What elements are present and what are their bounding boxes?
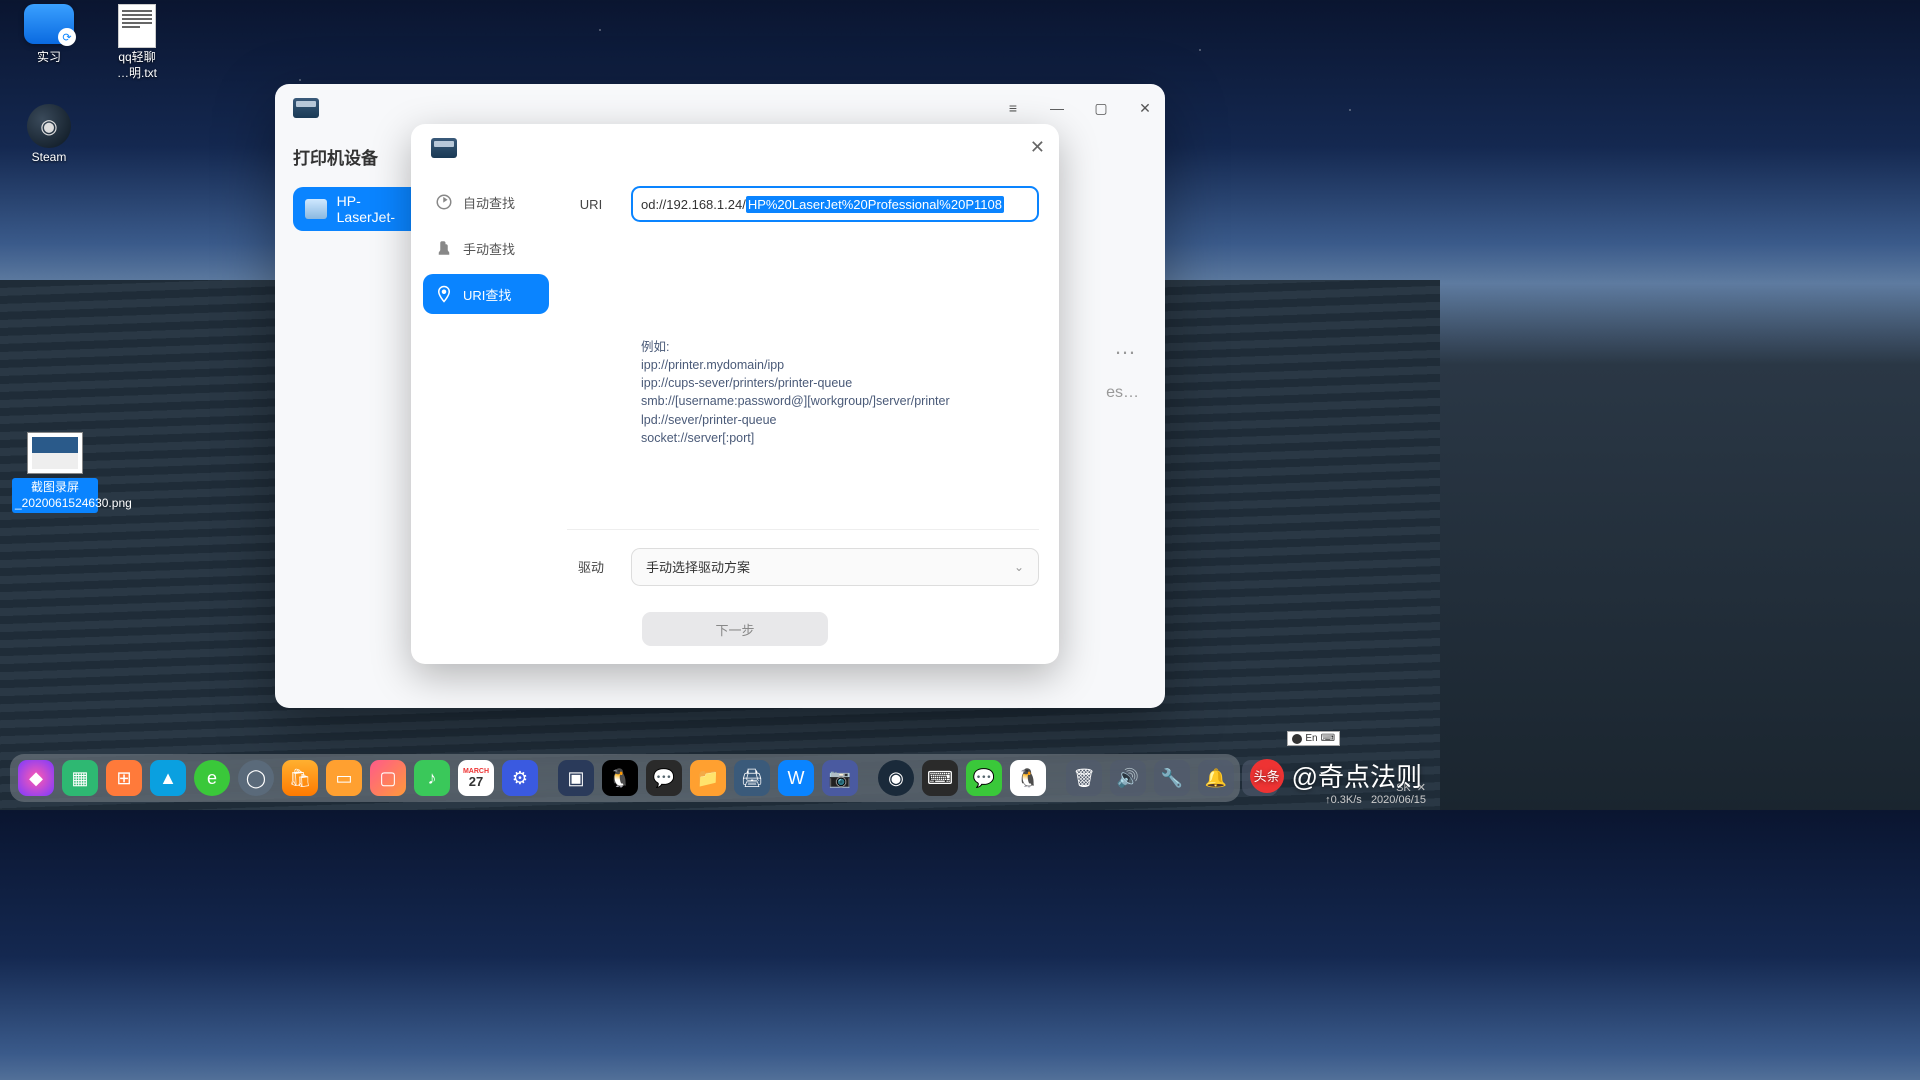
dialog-titlebar: ✕ [411, 124, 1059, 172]
screenshot-thumb-icon [27, 432, 83, 474]
dock-settings[interactable]: ⚙ [502, 760, 538, 796]
uri-examples: 例如: ipp://printer.mydomain/ipp ipp://cup… [641, 338, 1039, 447]
keyboard-icon: ⌨ [1321, 733, 1335, 744]
watermark-text: @奇点法则 [1292, 757, 1422, 794]
desktop-icons: ⟳ 实习 qq轻聊 …明.txt [14, 4, 172, 99]
dialog-close-button[interactable]: ✕ [1030, 137, 1045, 158]
dock-wechat[interactable]: 💬 [646, 760, 682, 796]
printer-icon [293, 98, 319, 118]
dock-shopping[interactable]: 🛍 [282, 760, 318, 796]
sidebar-item-label: 自动查找 [463, 193, 515, 212]
overflow-text: es… [1106, 384, 1139, 402]
dock-music[interactable]: ♪ [414, 760, 450, 796]
dock-printer[interactable]: 🖨 [734, 760, 770, 796]
maximize-button[interactable]: ▢ [1093, 100, 1109, 117]
dock-browser[interactable]: e [194, 760, 230, 796]
printer-item-icon [305, 199, 327, 219]
dock-wps[interactable]: W [778, 760, 814, 796]
dock-launcher[interactable]: ◆ [18, 760, 54, 796]
printer-item-label: HP-LaserJet- [337, 193, 411, 225]
dock-multitask[interactable]: ▦ [62, 760, 98, 796]
dock-steam[interactable]: ◉ [878, 760, 914, 796]
manual-search-icon [435, 239, 453, 257]
dock-files[interactable]: 📁 [690, 760, 726, 796]
dock-qq[interactable]: 🐧 [602, 760, 638, 796]
dock-chromium[interactable]: ◯ [238, 760, 274, 796]
sidebar-item-auto-search[interactable]: 自动查找 [423, 182, 549, 222]
dock-workspaces[interactable]: ⊞ [106, 760, 142, 796]
dock-security[interactable]: 🐧 [1010, 760, 1046, 796]
dock-app[interactable]: ▭ [326, 760, 362, 796]
dock-onscreen-keyboard[interactable]: ⌨ [922, 760, 958, 796]
desktop-icon-textfile[interactable]: qq轻聊 …明.txt [102, 4, 172, 81]
desktop-icon-screenshot[interactable]: 截图录屏_2020061524630.png [12, 432, 98, 513]
dialog-content: URI od://192.168.1.24/HP%20LaserJet%20Pr… [551, 178, 1049, 588]
uri-search-icon [435, 285, 453, 303]
dialog-sidebar: 自动查找 手动查找 URI查找 [421, 178, 551, 588]
dock-photos[interactable]: ▢ [370, 760, 406, 796]
sidebar-item-label: 手动查找 [463, 239, 515, 258]
ime-indicator[interactable]: En ⌨ [1287, 731, 1340, 746]
add-printer-dialog: ✕ 自动查找 手动查找 URI查找 URI od://192.168.1.24/… [411, 124, 1059, 664]
dock-calendar[interactable]: MARCH27 [458, 760, 494, 796]
auto-search-icon [435, 193, 453, 211]
tray-tools[interactable]: 🔧 [1154, 760, 1190, 796]
dock: ◆ ▦ ⊞ ▲ e ◯ 🛍 ▭ ▢ ♪ MARCH27 ⚙ ▣ 🐧 💬 📁 🖨 … [10, 754, 1240, 802]
uri-prefix-text: od://192.168.1.24/ [641, 197, 746, 212]
next-button[interactable]: 下一步 [642, 612, 828, 646]
dock-app-store[interactable]: ▲ [150, 760, 186, 796]
driver-select[interactable]: 手动选择驱动方案 ⌄ [631, 548, 1039, 586]
dock-wechat2[interactable]: 💬 [966, 760, 1002, 796]
desktop-icon-steam[interactable]: ◉ Steam [14, 104, 84, 166]
driver-select-value: 手动选择驱动方案 [646, 557, 750, 576]
tray-notifications[interactable]: 🔔 [1198, 760, 1234, 796]
watermark-badge: 头条 [1250, 759, 1284, 793]
printer-icon [431, 138, 457, 158]
sidebar-item-manual-search[interactable]: 手动查找 [423, 228, 549, 268]
tray-trash[interactable]: 🗑 [1066, 760, 1102, 796]
dock-system[interactable]: ▣ [558, 760, 594, 796]
uri-selected-text: HP%20LaserJet%20Professional%20P1108 [746, 196, 1004, 213]
penguin-icon [1292, 734, 1302, 744]
sidebar-item-uri-search[interactable]: URI查找 [423, 274, 549, 314]
uri-input[interactable]: od://192.168.1.24/HP%20LaserJet%20Profes… [631, 186, 1039, 222]
chevron-down-icon: ⌄ [1014, 560, 1024, 574]
uri-label: URI [567, 197, 615, 212]
overflow-dots: … [1114, 334, 1139, 360]
close-button[interactable]: ✕ [1137, 100, 1153, 117]
driver-label: 驱动 [567, 557, 615, 576]
dock-screenshot[interactable]: 📷 [822, 760, 858, 796]
desktop-icon-folder[interactable]: ⟳ 实习 [14, 4, 84, 81]
menu-button[interactable]: ≡ [1005, 101, 1021, 115]
tray-volume[interactable]: 🔊 [1110, 760, 1146, 796]
printer-list-item[interactable]: HP-LaserJet- [293, 187, 423, 231]
sidebar-item-label: URI查找 [463, 285, 511, 304]
minimize-button[interactable]: ― [1049, 100, 1065, 116]
watermark: 头条 @奇点法则 [1250, 757, 1422, 794]
